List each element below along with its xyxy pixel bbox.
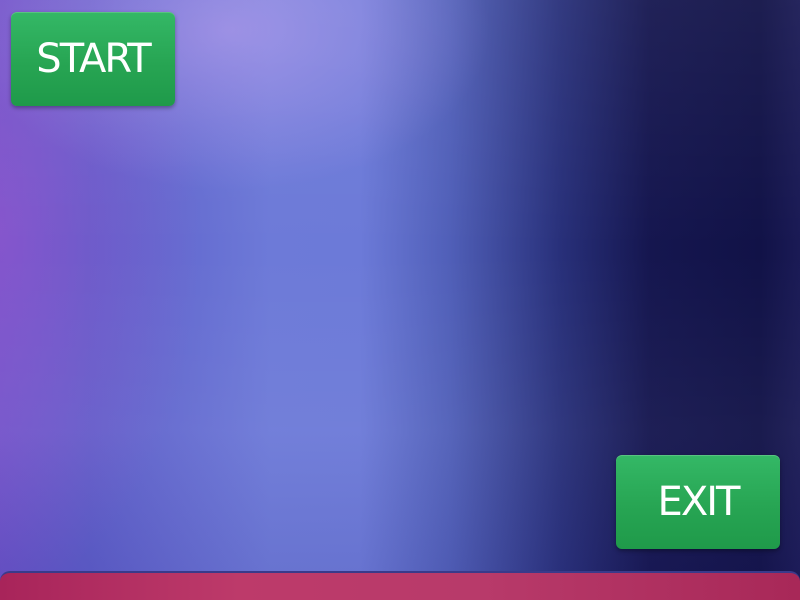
bottom-bar xyxy=(0,571,800,600)
start-button[interactable]: START xyxy=(11,12,175,106)
exit-button[interactable]: EXIT xyxy=(616,455,780,549)
game-screen: START EXIT xyxy=(0,0,800,600)
